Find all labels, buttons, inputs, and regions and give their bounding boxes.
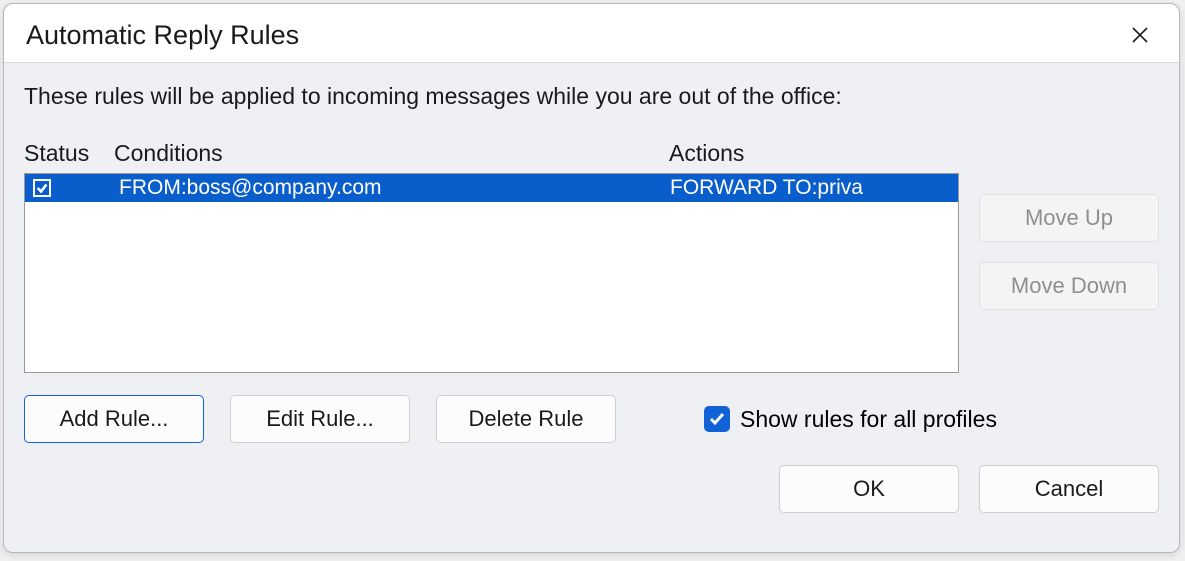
column-header-conditions: Conditions xyxy=(114,140,669,167)
rules-listbox[interactable]: FROM:boss@company.com FORWARD TO:priva xyxy=(24,173,959,373)
move-up-button[interactable]: Move Up xyxy=(979,194,1159,242)
dialog-body: These rules will be applied to incoming … xyxy=(4,62,1179,552)
edit-rule-button[interactable]: Edit Rule... xyxy=(230,395,410,443)
description-text: These rules will be applied to incoming … xyxy=(24,83,1159,110)
cancel-button[interactable]: Cancel xyxy=(979,465,1159,513)
move-down-button[interactable]: Move Down xyxy=(979,262,1159,310)
column-header-actions: Actions xyxy=(669,140,959,167)
close-button[interactable] xyxy=(1123,18,1157,52)
show-all-profiles-label: Show rules for all profiles xyxy=(740,406,997,433)
bottom-buttons-row: Add Rule... Edit Rule... Delete Rule Sho… xyxy=(24,395,1159,443)
rule-condition-cell: FROM:boss@company.com xyxy=(115,176,670,200)
rule-status-cell[interactable] xyxy=(25,179,115,197)
rule-enabled-checkbox[interactable] xyxy=(33,179,51,197)
checkmark-icon xyxy=(708,410,726,428)
table-headers: Status Conditions Actions xyxy=(24,140,959,173)
checkbox-box xyxy=(704,406,730,432)
dialog-title: Automatic Reply Rules xyxy=(26,20,299,51)
titlebar: Automatic Reply Rules xyxy=(4,4,1179,62)
column-header-status: Status xyxy=(24,140,114,167)
ok-button[interactable]: OK xyxy=(779,465,959,513)
automatic-reply-rules-dialog: Automatic Reply Rules These rules will b… xyxy=(3,3,1180,553)
delete-rule-button[interactable]: Delete Rule xyxy=(436,395,616,443)
close-icon xyxy=(1130,25,1150,45)
rule-action-cell: FORWARD TO:priva xyxy=(670,176,958,200)
rule-row[interactable]: FROM:boss@company.com FORWARD TO:priva xyxy=(25,174,958,202)
side-buttons: Move Up Move Down xyxy=(979,140,1159,373)
rules-table: Status Conditions Actions FROM:boss@comp… xyxy=(24,140,959,373)
show-all-profiles-checkbox[interactable]: Show rules for all profiles xyxy=(704,406,997,433)
checkmark-icon xyxy=(35,181,49,195)
footer-buttons: OK Cancel xyxy=(24,465,1159,513)
add-rule-button[interactable]: Add Rule... xyxy=(24,395,204,443)
middle-row: Status Conditions Actions FROM:boss@comp… xyxy=(24,140,1159,373)
